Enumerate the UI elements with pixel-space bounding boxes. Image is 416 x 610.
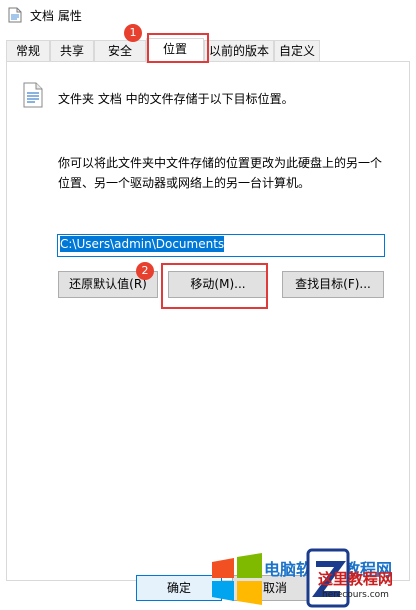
document-icon bbox=[8, 7, 22, 23]
watermark-brand: 这里教程网 bbox=[318, 570, 394, 588]
watermark-url: herecours.com bbox=[322, 590, 389, 600]
target-path-input[interactable]: C:\Users\admin\Documents bbox=[57, 234, 385, 257]
step-1-badge: 1 bbox=[124, 24, 142, 42]
document-folder-icon bbox=[23, 82, 43, 108]
tab-customize[interactable]: 自定义 bbox=[274, 40, 320, 62]
highlight-move-button bbox=[161, 263, 268, 309]
location-explanation: 你可以将此文件夹中文件存储的位置更改为此硬盘上的另一个位置、另一个驱动器或网络上… bbox=[58, 156, 383, 190]
location-tab-pane bbox=[6, 61, 410, 581]
tab-previous-versions[interactable]: 以前的版本 bbox=[204, 40, 274, 62]
tab-sharing[interactable]: 共享 bbox=[50, 40, 94, 62]
title-bar: 文档 属性 bbox=[0, 0, 416, 30]
window-title: 文档 属性 bbox=[30, 9, 82, 23]
find-target-button[interactable]: 查找目标(F)... bbox=[282, 271, 384, 298]
step-2-badge: 2 bbox=[136, 262, 154, 280]
windows-logo-icon bbox=[212, 553, 262, 605]
location-description: 文件夹 文档 中的文件存储于以下目标位置。 bbox=[58, 92, 294, 106]
highlight-location-tab bbox=[147, 33, 209, 63]
tab-general[interactable]: 常规 bbox=[6, 40, 50, 62]
target-path-value: C:\Users\admin\Documents bbox=[60, 236, 225, 252]
tab-security[interactable]: 安全 bbox=[94, 40, 146, 62]
